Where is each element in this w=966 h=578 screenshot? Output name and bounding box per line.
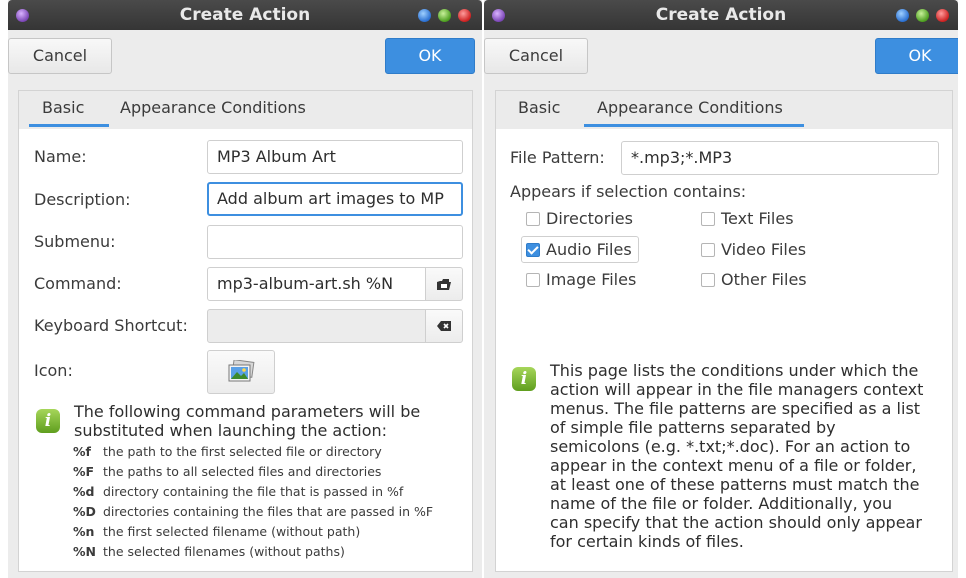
param-code: %N [73,544,96,559]
info-icon: i [512,367,536,391]
create-action-window-appearance: Create Action Cancel OK Basic Appearance… [484,0,958,578]
param-code: %F [73,464,95,479]
checkbox-box[interactable] [701,211,715,226]
param-description: the path to the first selected file or d… [103,444,382,459]
checkbox-audio-files[interactable]: Audio Files [521,236,639,263]
checkbox-other-files[interactable]: Other Files [701,270,807,289]
tab-appearance-conditions[interactable]: Appearance Conditions [120,91,306,129]
icon-chooser-button[interactable] [207,350,275,394]
checkbox-directories[interactable]: Directories [526,209,633,228]
window-title: Create Action [655,5,787,25]
title-bar[interactable]: Create Action [8,0,482,30]
tab-bar: Basic Appearance Conditions [496,91,952,129]
param-description: the first selected filename (without pat… [103,524,361,539]
clear-shortcut-button[interactable] [425,309,463,343]
tab-basic[interactable]: Basic [518,91,560,129]
image-picture-icon [228,360,255,382]
cancel-button[interactable]: Cancel [8,38,112,74]
checkbox-label: Audio Files [546,240,632,259]
minimize-icon[interactable] [896,9,909,22]
keyboard-shortcut-label: Keyboard Shortcut: [34,316,188,335]
info-text-line: appear in the context menu of a file or … [550,456,917,475]
dialog-panel: Basic Appearance Conditions File Pattern… [495,90,953,572]
minimize-icon[interactable] [418,9,431,22]
name-field[interactable]: MP3 Album Art [207,140,463,174]
param-description: the selected filenames (without paths) [103,544,345,559]
checkbox-label: Text Files [721,209,794,228]
dialog-panel: Basic Appearance Conditions Name: MP3 Al… [18,90,473,572]
info-text-line: at least one of these patterns must matc… [550,475,920,494]
active-tab-indicator [29,124,109,127]
info-text-line-1: The following command parameters will be [74,402,421,421]
maximize-icon[interactable] [916,9,929,22]
param-code: %n [73,524,95,539]
tab-bar: Basic Appearance Conditions [19,91,472,129]
info-text-line: name of the file or folder. Additionally… [550,494,893,513]
file-pattern-field[interactable]: *.mp3;*.MP3 [621,141,939,175]
submenu-field[interactable] [207,225,463,259]
open-file-icon [437,279,451,290]
checkbox-checked[interactable] [526,242,540,257]
info-text-line-2: substituted when launching the action: [74,421,388,440]
command-field[interactable]: mp3-album-art.sh %N [207,267,426,301]
cancel-button[interactable]: Cancel [484,38,588,74]
info-text-line: of simple file patterns separated by [550,418,836,437]
info-text-line: can specify that the action should only … [550,513,922,532]
param-code: %f [73,444,91,459]
checkbox-video-files[interactable]: Video Files [701,240,806,259]
checkbox-box[interactable] [701,242,715,257]
param-code: %D [73,504,96,519]
info-text-line: semicolons (e.g. *.txt;*.doc). For an ac… [550,437,911,456]
param-description: the paths to all selected files and dire… [103,464,382,479]
description-label: Description: [34,190,131,209]
ok-button[interactable]: OK [385,38,475,74]
checkbox-box[interactable] [701,272,715,287]
param-row: %D directories containing the files that … [73,504,433,519]
create-action-window-basic: Create Action Cancel OK Basic Appearance… [8,0,482,578]
param-row: %F the paths to all selected files and di… [73,464,381,479]
param-description: directory containing the file that is pa… [103,484,404,499]
window-title: Create Action [179,5,311,25]
active-tab-indicator [584,124,804,127]
info-text-line: action will appear in the file managers … [550,380,924,399]
param-row: %f the path to the first selected file or… [73,444,382,459]
param-row: %n the first selected filename (without p… [73,524,360,539]
param-description: directories containing the files that ar… [103,504,434,519]
name-label: Name: [34,147,87,166]
browse-command-button[interactable] [425,267,463,301]
checkbox-label: Directories [546,209,633,228]
param-row: %N the selected filenames (without paths) [73,544,345,559]
info-icon: i [36,409,60,433]
close-icon[interactable] [936,9,949,22]
checkbox-text-files[interactable]: Text Files [701,209,794,228]
param-row: %d directory containing the file that is … [73,484,403,499]
checkbox-label: Video Files [721,240,807,259]
command-label: Command: [34,274,122,293]
info-text-line: menus. The file patterns are specified a… [550,399,921,418]
close-icon[interactable] [458,9,471,22]
ok-button[interactable]: OK [875,38,958,74]
description-field[interactable]: Add album art images to MP [207,182,463,216]
icon-label: Icon: [34,361,73,380]
clear-backspace-icon [437,321,451,331]
info-text-line: This page lists the conditions under whi… [550,361,919,380]
checkbox-box[interactable] [526,211,540,226]
param-code: %d [73,484,95,499]
submenu-label: Submenu: [34,232,116,251]
checkbox-image-files[interactable]: Image Files [526,270,636,289]
maximize-icon[interactable] [438,9,451,22]
checkbox-box[interactable] [526,272,540,287]
title-bar[interactable]: Create Action [484,0,958,30]
appears-if-label: Appears if selection contains: [510,182,747,201]
file-pattern-label: File Pattern: [510,148,605,167]
keyboard-shortcut-field[interactable] [207,309,426,343]
info-text-line: for certain kinds of files. [550,532,744,551]
checkbox-label: Image Files [546,270,637,289]
checkbox-label: Other Files [721,270,807,289]
